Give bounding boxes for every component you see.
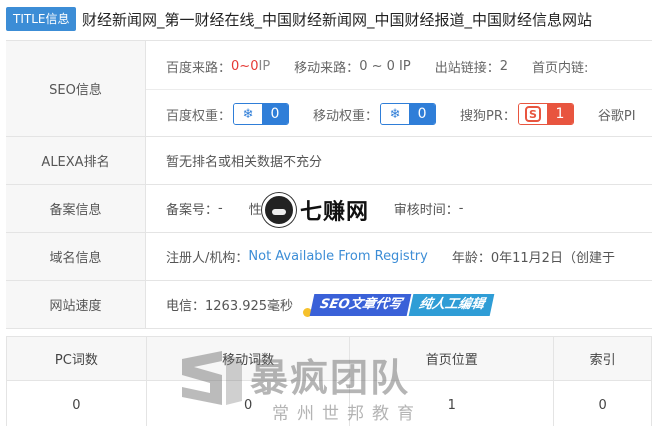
page-title: 财经新闻网_第一财经在线_中国财经新闻网_中国财经报道_中国财经信息网站 — [82, 11, 593, 29]
baidu-weight-badge[interactable]: ❄ 0 — [233, 103, 290, 125]
alexa-content: 暂无排名或相关数据不充分 — [146, 137, 652, 184]
outbound-links-value: 2 — [499, 58, 508, 74]
cell-pc-words[interactable]: 0 — [7, 381, 147, 426]
registrant-label: 注册人/机构： — [166, 251, 249, 266]
cell-index[interactable]: 0 — [554, 381, 652, 426]
alexa-row: ALEXA排名 暂无排名或相关数据不充分 — [6, 137, 652, 185]
hacker-avatar-icon — [262, 193, 296, 227]
baidu-source: 百度来路： 0 ~ 0 IP — [166, 57, 270, 76]
domain-content: 注册人/机构： Not Available From Registry 年龄： … — [146, 233, 652, 280]
domain-age-value: 0年11月2日（创建于 — [490, 251, 615, 266]
beian-number-label: 备案号： — [166, 203, 219, 218]
sogou-pr-value: 1 — [546, 104, 573, 124]
header-homepage-position: 首页位置 — [350, 337, 555, 380]
seo-weight-line: 百度权重： ❄ 0 移动权重： ❄ 0 搜狗PR： S 1 谷歌PI — [166, 91, 652, 136]
baidu-source-sep: ~ — [239, 58, 251, 74]
baidu-source-low: 0 — [231, 58, 240, 74]
mobile-source: 移动来路： 0 ~ 0 IP — [294, 57, 411, 76]
beian-nature-label: 性 — [248, 203, 262, 218]
mobile-source-label: 移动来路： — [294, 60, 360, 76]
baidu-source-high: 0 — [250, 58, 259, 74]
baidu-source-label: 百度来路： — [166, 60, 232, 76]
sogou-pr[interactable]: 搜狗PR： S 1 — [460, 103, 574, 125]
paw-icon: ❄ — [234, 104, 263, 124]
outbound-links[interactable]: 出站链接： 2 — [435, 57, 508, 76]
header-index: 索引 — [554, 337, 652, 380]
seo-writing-promo[interactable]: SEO文章代写 纯人工编辑 — [303, 293, 495, 317]
beian-number-value: - — [218, 201, 223, 216]
paw-icon: ❄ — [381, 104, 410, 124]
promo-seo-writing: SEO文章代写 — [309, 293, 412, 316]
seo-divider — [146, 89, 652, 90]
cell-homepage-position: 1 — [350, 381, 555, 426]
keyword-table-header: PC词数 移动词数 首页位置 索引 — [7, 337, 652, 381]
homepage-inner-links: 首页内链: — [532, 57, 588, 76]
domain-label: 域名信息 — [6, 233, 146, 280]
promo-manual-edit: 纯人工编辑 — [408, 293, 495, 316]
header-pc-words: PC词数 — [7, 337, 147, 380]
speed-row: 网站速度 电信：1263.925毫秒 SEO文章代写 纯人工编辑 — [6, 281, 652, 329]
mobile-weight-badge[interactable]: ❄ 0 — [380, 103, 437, 125]
sogou-icon: S — [518, 104, 547, 124]
sogou-pr-label: 搜狗PR： — [460, 108, 516, 124]
speed-content: 电信：1263.925毫秒 SEO文章代写 纯人工编辑 — [146, 281, 652, 328]
qizhuan-watermark-text: 七赚网 — [300, 200, 370, 225]
qizhuan-watermark: 七赚网 — [262, 193, 369, 227]
baidu-weight-value: 0 — [262, 104, 289, 124]
cell-mobile-words[interactable]: 0 — [147, 381, 351, 426]
speed-value: 电信：1263.925毫秒 — [166, 299, 294, 314]
site-info-table: SEO信息 百度来路： 0 ~ 0 IP 移动来路： 0 ~ 0 IP 出站链接… — [6, 40, 652, 329]
baidu-weight[interactable]: 百度权重： ❄ 0 — [166, 103, 290, 125]
baidu-weight-label: 百度权重： — [166, 108, 232, 124]
mobile-source-value: 0 ~ 0 IP — [359, 58, 411, 74]
mobile-weight-label: 移动权重： — [313, 108, 379, 124]
alexa-label: ALEXA排名 — [6, 137, 146, 184]
title-badge: TITLE信息 — [6, 7, 77, 31]
mobile-weight-value: 0 — [409, 104, 436, 124]
mobile-weight[interactable]: 移动权重： ❄ 0 — [313, 103, 437, 125]
alexa-value: 暂无排名或相关数据不充分 — [166, 155, 323, 170]
domain-row: 域名信息 注册人/机构： Not Available From Registry… — [6, 233, 652, 281]
registrant-link[interactable]: Not Available From Registry — [248, 249, 427, 264]
baidu-source-unit: IP — [258, 58, 271, 74]
keyword-table: PC词数 移动词数 首页位置 索引 0 0 1 0 — [6, 336, 652, 426]
speed-label: 网站速度 — [6, 281, 146, 328]
seo-label: SEO信息 — [6, 41, 146, 136]
seo-traffic-line: 百度来路： 0 ~ 0 IP 移动来路： 0 ~ 0 IP 出站链接： 2 首页… — [166, 43, 612, 89]
beian-review-label: 审核时间： — [393, 203, 459, 218]
title-bar: TITLE信息 财经新闻网_第一财经在线_中国财经新闻网_中国财经报道_中国财经… — [0, 0, 652, 40]
domain-age-label: 年龄： — [451, 251, 491, 266]
beian-label: 备案信息 — [6, 185, 146, 232]
sogou-pr-badge[interactable]: S 1 — [517, 103, 574, 125]
outbound-links-label: 出站链接： — [434, 60, 500, 76]
seo-row: SEO信息 百度来路： 0 ~ 0 IP 移动来路： 0 ~ 0 IP 出站链接… — [6, 41, 652, 137]
table-row: 0 0 1 0 — [7, 381, 652, 426]
google-pr: 谷歌PI — [598, 105, 636, 124]
beian-review-value: - — [458, 201, 464, 216]
google-pr-label: 谷歌PI — [597, 108, 636, 124]
homepage-inner-links-label: 首页内链: — [532, 60, 589, 76]
beian-content: 备案号： - 性 审核时间： - — [146, 185, 652, 232]
seo-content: 百度来路： 0 ~ 0 IP 移动来路： 0 ~ 0 IP 出站链接： 2 首页… — [146, 41, 652, 136]
header-mobile-words: 移动词数 — [147, 337, 351, 380]
